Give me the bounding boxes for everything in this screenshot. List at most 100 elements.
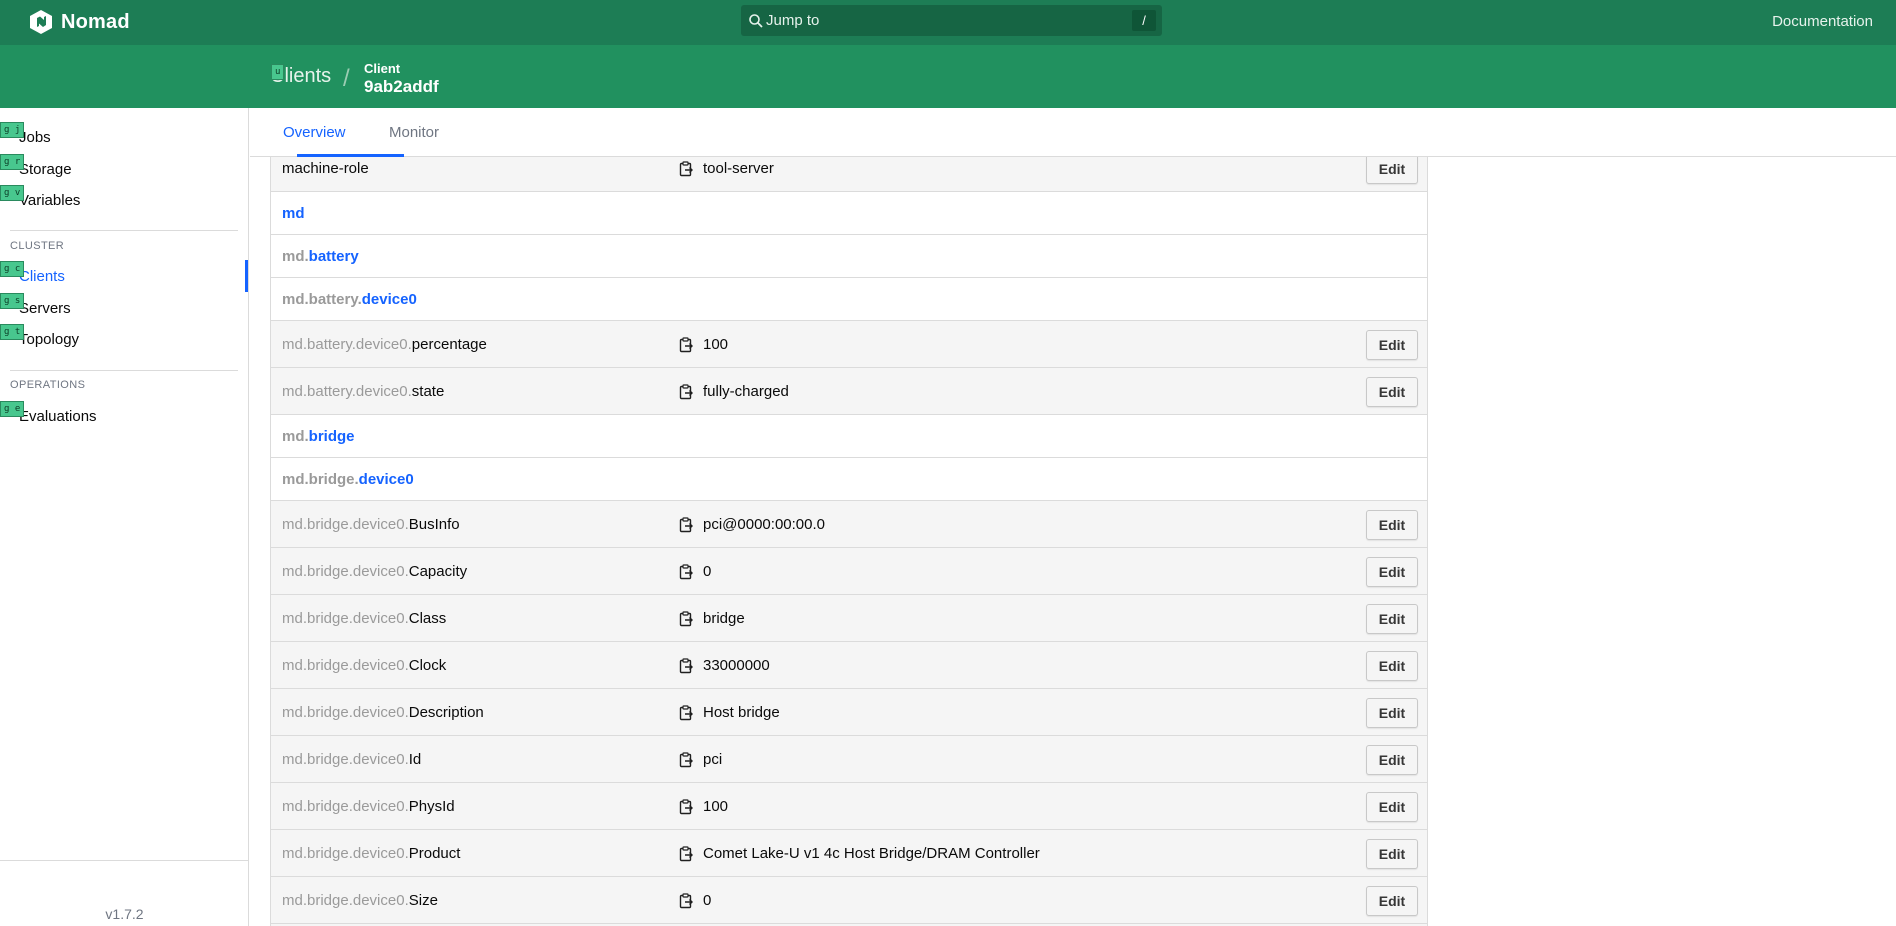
metadata-row: md.bridge.device0.Capacity 0 Edit — [270, 548, 1428, 595]
metadata-row: md.bridge.device0.Product Comet Lake-U v1… — [270, 830, 1428, 877]
edit-button[interactable]: Edit — [1366, 651, 1418, 681]
metadata-key-name: device0 — [361, 291, 417, 308]
metadata-table: machine-role tool-server Edit md md.battery m… — [270, 157, 1428, 926]
metadata-key[interactable]: md.battery — [282, 248, 359, 265]
edit-button[interactable]: Edit — [1366, 510, 1418, 540]
tab-monitor[interactable]: Monitor — [389, 124, 439, 141]
metadata-key-prefix: md.bridge. — [282, 471, 359, 488]
metadata-group-row: md.bridge.device0 — [270, 458, 1428, 501]
edit-button[interactable]: Edit — [1366, 157, 1418, 184]
metadata-key-name: PhysId — [408, 798, 455, 815]
sidebar-footer-divider — [0, 860, 249, 861]
sidebar-item-clients[interactable]: Clients — [19, 268, 65, 285]
tab-overview[interactable]: Overview — [283, 124, 346, 141]
search-icon — [749, 13, 763, 28]
sidebar-section-operations: OPERATIONS — [10, 379, 86, 391]
metadata-value: bridge — [703, 610, 745, 627]
metadata-row: machine-role tool-server Edit — [270, 157, 1428, 192]
copy-clipboard-icon[interactable] — [678, 384, 694, 400]
breadcrumb: Clients u / Client 9ab2addf — [0, 45, 1896, 108]
breadcrumb-client-id[interactable]: 9ab2addf — [364, 77, 439, 97]
metadata-key-prefix: md.bridge.device0. — [282, 751, 409, 768]
metadata-value: 100 — [703, 336, 729, 353]
metadata-value: 100 — [703, 798, 729, 815]
sidebar-item-servers[interactable]: Servers — [19, 300, 71, 317]
metadata-key-prefix: md. — [282, 428, 309, 445]
metadata-row: md.battery.device0.percentage 100 Edit — [270, 321, 1428, 368]
metadata-key-prefix: md.bridge.device0. — [282, 657, 409, 674]
edit-button[interactable]: Edit — [1366, 745, 1418, 775]
hint-variables: g v — [0, 185, 25, 201]
metadata-value: fully-charged — [703, 383, 789, 400]
metadata-value: Comet Lake-U v1 4c Host Bridge/DRAM Cont… — [703, 845, 1040, 862]
metadata-group-row: md — [270, 192, 1428, 235]
metadata-key-name: device0 — [358, 471, 414, 488]
metadata-value: tool-server — [703, 160, 774, 177]
metadata-key-name: state — [411, 383, 445, 400]
metadata-key[interactable]: md.bridge — [282, 428, 355, 445]
metadata-key-name: Description — [408, 704, 484, 721]
nomad-logo-icon — [30, 10, 52, 34]
breadcrumb-client-label: Client — [364, 61, 401, 76]
copy-clipboard-icon[interactable] — [678, 705, 694, 721]
copy-clipboard-icon[interactable] — [678, 893, 694, 909]
metadata-key[interactable]: md.battery.device0 — [282, 291, 417, 308]
breadcrumb-separator: / — [343, 65, 350, 92]
search-shortcut-key: / — [1132, 10, 1156, 31]
edit-button[interactable]: Edit — [1366, 886, 1418, 916]
copy-clipboard-icon[interactable] — [678, 337, 694, 353]
metadata-key-name: Product — [408, 845, 461, 862]
jump-to-search[interactable]: Jump to / — [741, 5, 1162, 36]
metadata-row: md.bridge.device0.Size 0 Edit — [270, 877, 1428, 924]
edit-button[interactable]: Edit — [1366, 330, 1418, 360]
metadata-key-name: machine-role — [282, 160, 369, 177]
copy-clipboard-icon[interactable] — [678, 799, 694, 815]
hint-evaluations: g e — [0, 401, 25, 417]
top-bar: Nomad Jump to / Documentation — [0, 0, 1896, 45]
metadata-key-prefix: md.battery.device0. — [282, 336, 412, 353]
documentation-link[interactable]: Documentation — [1772, 13, 1873, 30]
metadata-row: md.bridge.device0.Class bridge Edit — [270, 595, 1428, 642]
metadata-key[interactable]: md — [282, 205, 305, 222]
metadata-key-prefix: md.bridge.device0. — [282, 892, 409, 909]
metadata-key: md.bridge.device0.Clock — [282, 657, 446, 674]
copy-clipboard-icon[interactable] — [678, 564, 694, 580]
metadata-key-name: battery — [308, 248, 359, 265]
sidebar-section-cluster: CLUSTER — [10, 240, 65, 252]
metadata-value: 33000000 — [703, 657, 770, 674]
metadata-key: md.bridge.device0.Product — [282, 845, 460, 862]
sidebar-item-variables[interactable]: Variables — [19, 192, 80, 209]
metadata-key-prefix: md.bridge.device0. — [282, 798, 409, 815]
metadata-row: md.battery.device0.state fully-charged Edi… — [270, 368, 1428, 415]
sidebar-item-storage[interactable]: Storage — [19, 161, 72, 178]
copy-clipboard-icon[interactable] — [678, 161, 694, 177]
metadata-key[interactable]: md.bridge.device0 — [282, 471, 414, 488]
metadata-key: md.bridge.device0.Id — [282, 751, 421, 768]
metadata-key-prefix: md. — [282, 248, 309, 265]
edit-button[interactable]: Edit — [1366, 839, 1418, 869]
metadata-key-prefix: md.bridge.device0. — [282, 563, 409, 580]
metadata-key-prefix: md.bridge.device0. — [282, 845, 409, 862]
copy-clipboard-icon[interactable] — [678, 846, 694, 862]
copy-clipboard-icon[interactable] — [678, 517, 694, 533]
metadata-key: md.battery.device0.state — [282, 383, 444, 400]
nomad-logo[interactable]: Nomad — [29, 9, 130, 35]
metadata-key-prefix: md.battery.device0. — [282, 383, 412, 400]
edit-button[interactable]: Edit — [1366, 604, 1418, 634]
sidebar-item-evaluations[interactable]: Evaluations — [19, 408, 97, 425]
edit-button[interactable]: Edit — [1366, 792, 1418, 822]
edit-button[interactable]: Edit — [1366, 377, 1418, 407]
metadata-group-row: md.battery.device0 — [270, 278, 1428, 321]
edit-button[interactable]: Edit — [1366, 557, 1418, 587]
search-placeholder: Jump to — [766, 12, 820, 29]
metadata-row: md.bridge.device0.BusInfo pci@0000:00:00.… — [270, 501, 1428, 548]
metadata-key: md.bridge.device0.Description — [282, 704, 484, 721]
hint-clients: g c — [0, 261, 25, 277]
edit-button[interactable]: Edit — [1366, 698, 1418, 728]
copy-clipboard-icon[interactable] — [678, 658, 694, 674]
copy-clipboard-icon[interactable] — [678, 752, 694, 768]
copy-clipboard-icon[interactable] — [678, 611, 694, 627]
metadata-row: md.bridge.device0.PhysId 100 Edit — [270, 783, 1428, 830]
metadata-key-name: Class — [408, 610, 447, 627]
sidebar-item-topology[interactable]: Topology — [19, 331, 79, 348]
